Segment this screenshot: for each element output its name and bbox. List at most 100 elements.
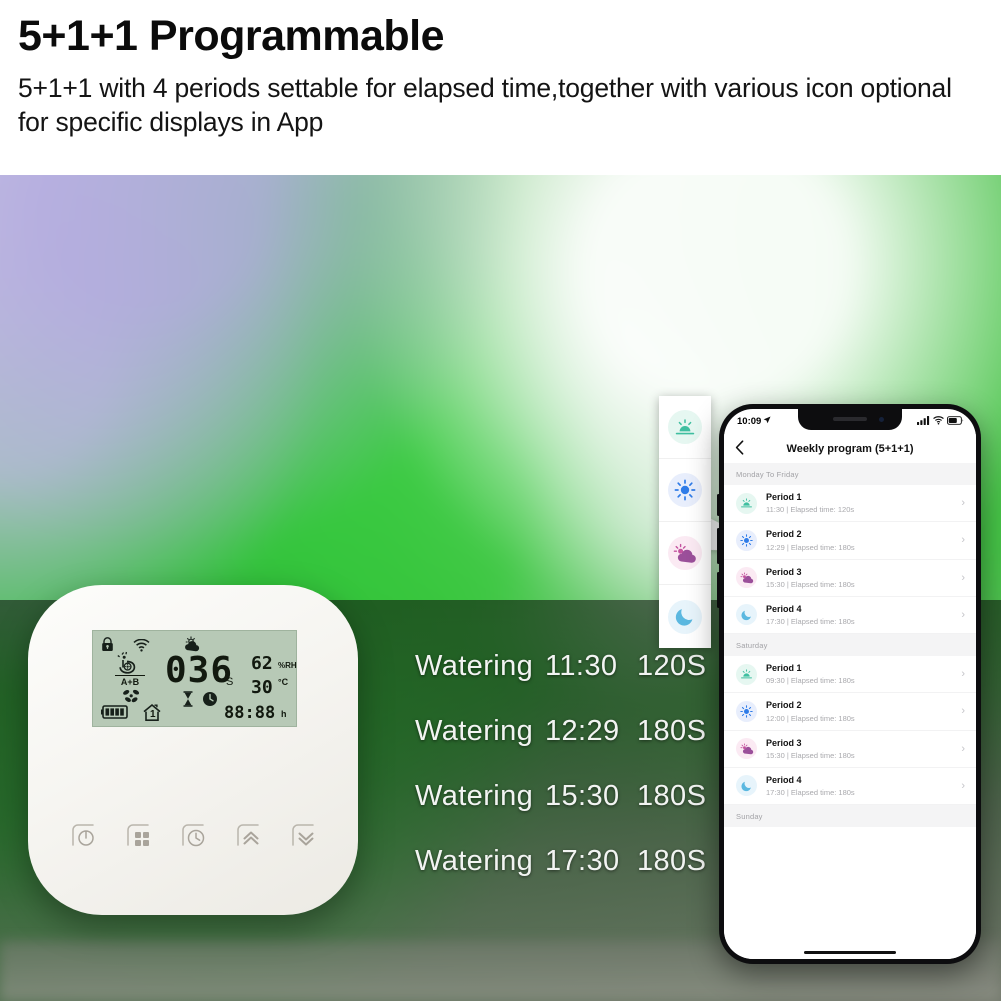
screen-title: Weekly program (5+1+1) <box>786 442 914 455</box>
lcd-clock: 88:88 <box>224 703 276 723</box>
list-item[interactable]: Period 2 12:00 | Elapsed time: 180s › <box>724 693 976 731</box>
list-item[interactable]: Period 1 11:30 | Elapsed time: 120s › <box>724 485 976 523</box>
list-item-title: Period 3 <box>766 737 802 748</box>
down-button[interactable] <box>285 817 322 854</box>
callout-cell <box>659 522 711 585</box>
chevron-right-icon: › <box>961 779 965 792</box>
status-bar-time: 10:09 <box>737 416 762 427</box>
list-item-text: Period 2 12:00 | Elapsed time: 180s <box>766 700 957 722</box>
list-item[interactable]: Period 2 12:29 | Elapsed time: 180s › <box>724 522 976 560</box>
moon-icon <box>736 604 757 626</box>
sunrise-icon <box>736 663 757 685</box>
house-number: 1 <box>150 709 156 720</box>
zone-label: A+B <box>115 675 145 687</box>
wifi-icon <box>933 415 944 428</box>
list-item-text: Period 1 11:30 | Elapsed time: 120s <box>766 492 957 514</box>
schedule-duration: 180S <box>637 845 707 877</box>
phone-notch <box>798 409 902 430</box>
sun-icon <box>736 529 757 551</box>
cloud-sun-icon <box>736 738 757 760</box>
schedule-duration: 180S <box>637 780 707 812</box>
clock-icon <box>202 691 218 712</box>
schedule-row: Watering 11:30 120S <box>415 650 715 715</box>
list-item-subtitle: 15:30 | Elapsed time: 180s <box>766 579 855 589</box>
chevron-right-icon: › <box>961 668 965 681</box>
list-item-title: Period 3 <box>766 566 802 577</box>
list-item-subtitle: 17:30 | Elapsed time: 180s <box>766 788 855 797</box>
chevron-right-icon: › <box>961 497 965 510</box>
schedule-label: Watering <box>415 650 534 682</box>
earpiece-speaker <box>833 417 867 421</box>
lcd-humidity-unit: %RH <box>278 661 297 670</box>
power-button[interactable] <box>65 817 102 854</box>
lcd-temperature: 30 <box>251 677 273 698</box>
sun-icon <box>736 700 757 722</box>
schedule-time: 11:30 <box>545 650 618 682</box>
lcd-clock-unit: h <box>281 709 287 719</box>
battery-icon <box>947 415 964 428</box>
list-item-subtitle: 12:29 | Elapsed time: 180s <box>766 542 855 552</box>
chevron-right-icon: › <box>961 571 965 584</box>
phone-volume-down-button[interactable] <box>717 572 720 608</box>
list-item-subtitle: 15:30 | Elapsed time: 180s <box>766 750 855 760</box>
cloud-sun-icon <box>668 536 702 570</box>
schedule-time: 17:30 <box>545 845 620 877</box>
list-item-title: Period 1 <box>766 492 802 502</box>
list-item[interactable]: Period 4 17:30 | Elapsed time: 180s › <box>724 767 976 805</box>
product-feature-image: 5+1+1 Programmable 5+1+1 with 4 periods … <box>0 0 1001 1001</box>
list-item-title: Period 2 <box>766 529 802 540</box>
list-item[interactable]: Period 3 15:30 | Elapsed time: 180s › <box>724 559 976 597</box>
irrigation-controller-device: A+B 036 S 62 %RH 30 °C 1 88:88 h <box>28 585 358 915</box>
list-item-text: Period 3 15:30 | Elapsed time: 180s <box>766 567 957 589</box>
list-item-text: Period 3 15:30 | Elapsed time: 180s <box>766 738 957 760</box>
chevron-right-icon: › <box>961 705 965 718</box>
list-item-text: Period 1 09:30 | Elapsed time: 180s <box>766 663 957 685</box>
list-item[interactable]: Period 1 09:30 | Elapsed time: 180s › <box>724 656 976 694</box>
moon-icon <box>736 775 757 797</box>
program-list[interactable]: Monday To Friday Period 1 11:30 | Elapse… <box>724 463 976 959</box>
schedule-label: Watering <box>415 715 534 747</box>
list-item[interactable]: Period 3 15:30 | Elapsed time: 180s › <box>724 730 976 768</box>
callout-cell <box>659 396 711 459</box>
up-button[interactable] <box>230 817 267 854</box>
cloud-sun-icon <box>736 567 757 589</box>
battery-icon <box>101 705 128 724</box>
schedule-time: 12:29 <box>545 715 620 747</box>
sun-icon <box>668 473 702 507</box>
lcd-humidity: 62 <box>251 653 273 674</box>
page-subtitle: 5+1+1 with 4 periods settable for elapse… <box>18 73 952 138</box>
watering-schedule-list: Watering 11:30 120S Watering 12:29 180S … <box>415 650 715 910</box>
location-arrow-icon <box>763 416 771 427</box>
chevron-right-icon: › <box>961 608 965 621</box>
lcd-value: 036 <box>165 650 234 691</box>
nav-bar: Weekly program (5+1+1) <box>724 434 976 463</box>
list-item-text: Period 4 17:30 | Elapsed time: 180s <box>766 604 957 626</box>
schedule-time: 15:30 <box>545 780 620 812</box>
sunrise-icon <box>736 492 757 514</box>
phone-volume-up-button[interactable] <box>717 528 720 564</box>
schedule-row: Watering 17:30 180S <box>415 845 715 910</box>
phone-screen: 10:09 Weekly program (5+1+1) Monday To F… <box>724 409 976 959</box>
cellular-signal-icon <box>917 415 930 428</box>
lcd-display: A+B 036 S 62 %RH 30 °C 1 88:88 h <box>92 630 297 727</box>
chevron-right-icon: › <box>961 534 965 547</box>
status-bar-left: 10:09 <box>737 416 771 427</box>
phone-mute-switch[interactable] <box>717 494 720 516</box>
callout-cell <box>659 585 711 648</box>
list-item[interactable]: Period 4 17:30 | Elapsed time: 180s › <box>724 596 976 634</box>
schedule-row: Watering 15:30 180S <box>415 780 715 845</box>
status-bar-right <box>917 415 964 428</box>
icon-callout-panel <box>659 396 711 648</box>
lcd-value-unit: S <box>226 676 234 688</box>
schedule-row: Watering 12:29 180S <box>415 715 715 780</box>
smartphone-mockup: 10:09 Weekly program (5+1+1) Monday To F… <box>717 404 981 964</box>
callout-cell <box>659 459 711 522</box>
list-item-text: Period 4 17:30 | Elapsed time: 180s <box>766 775 957 797</box>
list-item-subtitle: 09:30 | Elapsed time: 180s <box>766 676 855 686</box>
timer-button[interactable] <box>175 817 212 854</box>
schedule-label: Watering <box>415 845 534 877</box>
lcd-temperature-unit: °C <box>278 677 289 687</box>
menu-button[interactable] <box>120 817 157 854</box>
section-header: Sunday <box>724 805 976 827</box>
moon-icon <box>668 599 702 634</box>
